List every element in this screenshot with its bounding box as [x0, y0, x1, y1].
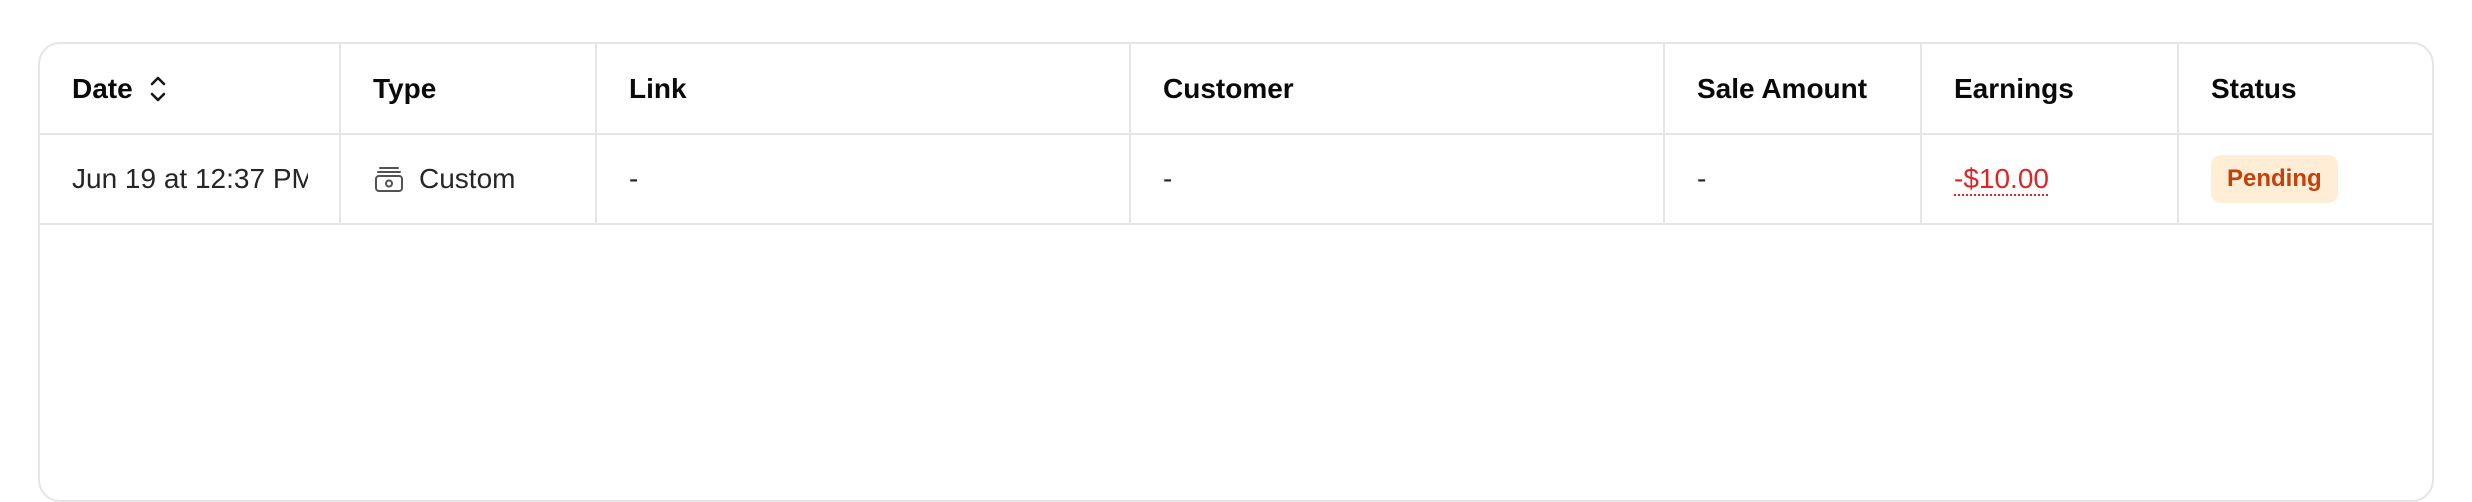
cell-date: Jun 19 at 12:37 PM	[40, 134, 341, 225]
column-header-sale-amount: Sale Amount	[1664, 44, 1922, 135]
status-badge: Pending	[2211, 155, 2338, 203]
cell-customer: -	[1130, 134, 1665, 225]
cell-link: -	[596, 134, 1131, 225]
column-header-earnings: Earnings	[1921, 44, 2179, 135]
commissions-table: Date Type Link Customer Sale Amount Earn…	[40, 44, 2432, 225]
column-header-customer: Customer	[1130, 44, 1665, 135]
cell-earnings: -$10.00	[1921, 134, 2179, 225]
type-label: Custom	[419, 163, 516, 194]
column-header-label: Date	[72, 72, 133, 104]
cell-type: Custom	[340, 134, 597, 225]
column-header-link: Link	[596, 44, 1131, 135]
cell-sale-amount: -	[1664, 134, 1922, 225]
sort-icon[interactable]	[147, 74, 169, 104]
date-value: Jun 19 at 12:37 PM	[72, 163, 308, 194]
column-header-date[interactable]: Date	[40, 44, 341, 135]
table-row[interactable]: Jun 19 at 12:37 PM Custom - - - -$10.00 …	[40, 134, 2432, 225]
table-header-row: Date Type Link Customer Sale Amount Earn…	[40, 44, 2432, 135]
cell-status: Pending	[2178, 134, 2432, 225]
earnings-value[interactable]: -$10.00	[1954, 163, 2049, 194]
commissions-table-card: Date Type Link Customer Sale Amount Earn…	[38, 42, 2434, 502]
column-header-type: Type	[340, 44, 597, 135]
column-header-status: Status	[2178, 44, 2432, 135]
money-icon	[373, 163, 405, 195]
